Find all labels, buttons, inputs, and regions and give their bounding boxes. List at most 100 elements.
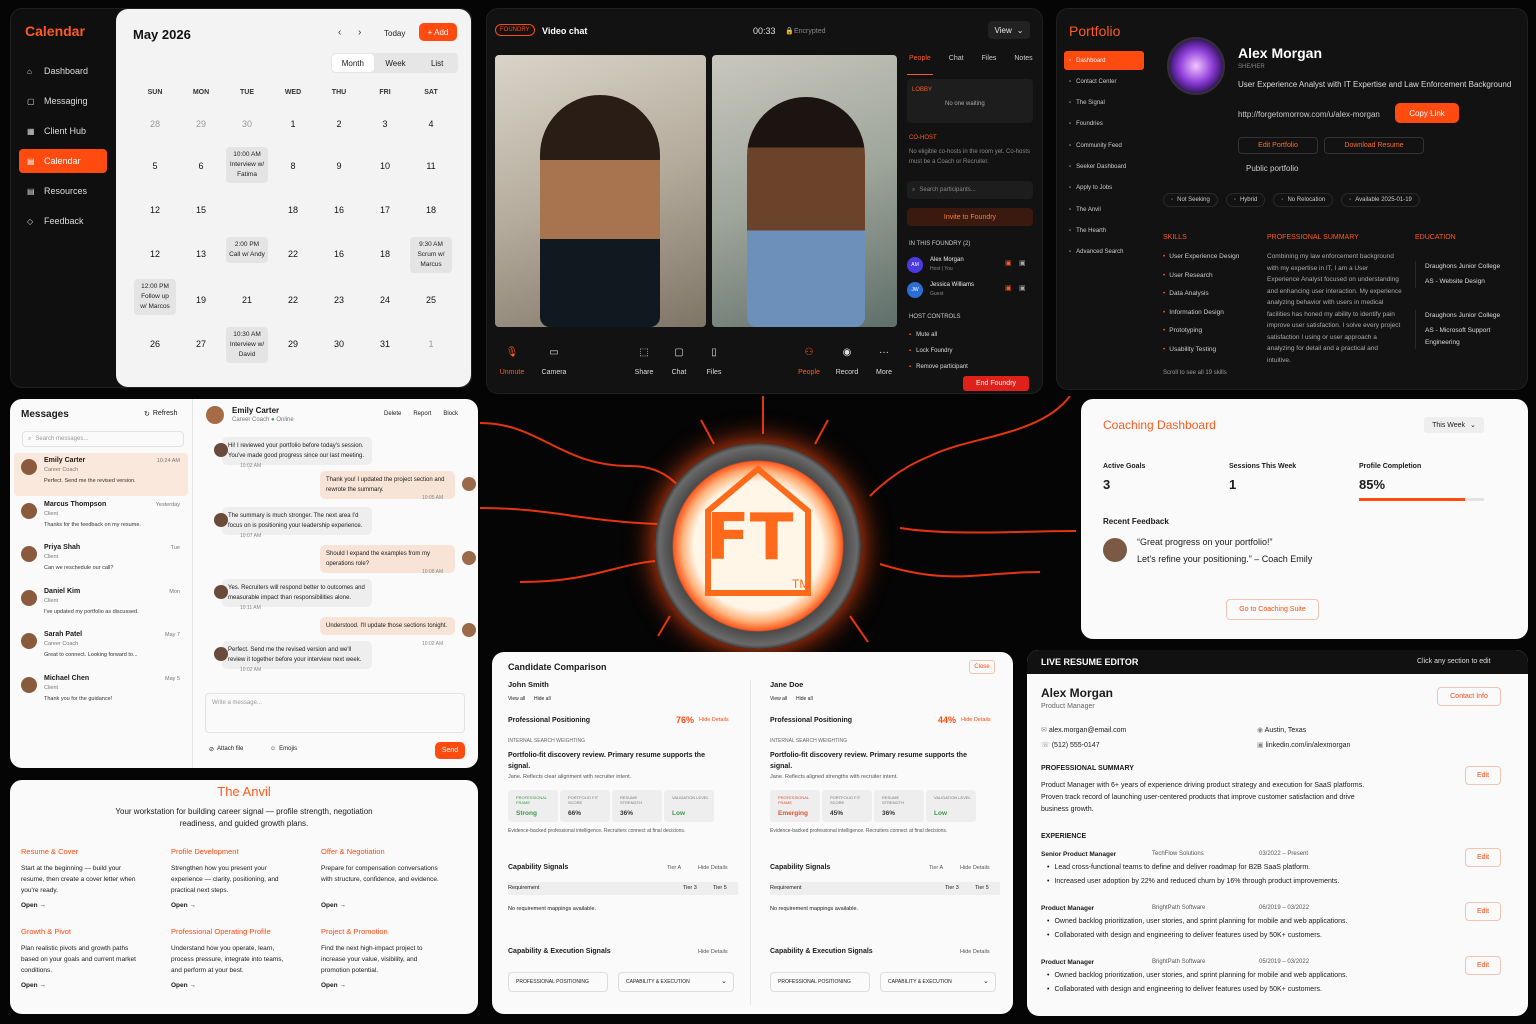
view-all-link[interactable]: View all: [770, 696, 787, 702]
conversation-item[interactable]: Sarah Patel Career Coach May 7 Great to con…: [14, 627, 188, 670]
tool-open-link[interactable]: Open →: [21, 982, 46, 989]
sidebar-item-calendar[interactable]: ▤ Calendar: [19, 149, 107, 173]
emoji-button[interactable]: ☺ Emojis: [270, 746, 297, 752]
hide-details-link[interactable]: Hide Details: [960, 865, 990, 871]
day-cell[interactable]: 4: [408, 119, 454, 129]
control-share[interactable]: ⬚ Share: [627, 347, 661, 376]
participant-row[interactable]: JW Jessica Williams Guest ▣ ▣: [907, 280, 1033, 305]
sidebar-item-client-hub[interactable]: ▦ Client Hub: [19, 119, 107, 143]
tab-chat[interactable]: Chat: [947, 55, 966, 75]
tool-open-link[interactable]: Open →: [171, 902, 196, 909]
calendar-event[interactable]: 12:00 PM Follow up w/ Marcos: [134, 279, 176, 315]
calendar-event[interactable]: 2:00 PM Call w/ Andy: [226, 237, 268, 263]
portfolio-nav-foundries[interactable]: ▫ Foundries: [1064, 115, 1144, 134]
day-cell[interactable]: 11: [408, 161, 454, 171]
portfolio-nav-advanced-search[interactable]: ▫ Advanced Search: [1064, 243, 1144, 262]
host-control-0[interactable]: ▪ Mute all: [909, 327, 1033, 343]
tool-open-link[interactable]: Open →: [321, 902, 346, 909]
view-all-link[interactable]: View all: [508, 696, 525, 702]
day-cell[interactable]: 25: [408, 295, 454, 305]
day-cell[interactable]: 22: [270, 249, 316, 259]
participant-search[interactable]: ⌕ Search participants...: [907, 181, 1033, 199]
experience-entry[interactable]: Product Manager BrightPath Software 05/201…: [1041, 956, 1516, 1008]
hide-details-link[interactable]: Hide Details: [698, 949, 728, 955]
portfolio-nav-the-anvil[interactable]: ▫ The Anvil: [1064, 200, 1144, 219]
day-cell[interactable]: 6: [178, 161, 224, 171]
experience-entry[interactable]: Senior Product Manager TechFlow Solutions…: [1041, 848, 1516, 900]
camera-icon[interactable]: ▣: [1019, 259, 1026, 267]
portfolio-nav-dashboard[interactable]: ▫ Dashboard: [1064, 51, 1144, 70]
camera-icon[interactable]: ▣: [1019, 284, 1026, 292]
view-dropdown[interactable]: View ⌄: [988, 21, 1030, 39]
portfolio-nav-community-feed[interactable]: ▫ Community Feed: [1064, 136, 1144, 155]
message-input[interactable]: Write a message...: [205, 693, 465, 733]
day-cell[interactable]: 23: [316, 295, 362, 305]
day-cell[interactable]: 10: [362, 161, 408, 171]
day-cell[interactable]: 3: [362, 119, 408, 129]
day-cell[interactable]: 12: [132, 249, 178, 259]
edit-summary-button[interactable]: Edit: [1465, 766, 1501, 785]
view-list[interactable]: List: [416, 53, 458, 73]
hide-details-link[interactable]: Hide Details: [961, 717, 991, 723]
calendar-event[interactable]: 9:30 AM Scrum w/ Marcus: [410, 237, 452, 273]
day-cell[interactable]: 18: [362, 249, 408, 259]
tool-open-link[interactable]: Open →: [171, 982, 196, 989]
hide-all-link[interactable]: Hide all: [796, 696, 813, 702]
hide-details-link[interactable]: Hide Details: [960, 949, 990, 955]
conversation-item[interactable]: Michael Chen Client May 5 Thank you for the…: [14, 671, 188, 714]
control-files[interactable]: ▯ Files: [697, 347, 731, 376]
day-cell[interactable]: 1: [270, 119, 316, 129]
control-record[interactable]: ◉ Record: [830, 347, 864, 376]
tool-open-link[interactable]: Open →: [321, 982, 346, 989]
close-button[interactable]: Close: [969, 660, 995, 674]
day-cell[interactable]: 28: [132, 119, 178, 129]
hide-all-link[interactable]: Hide all: [534, 696, 551, 702]
host-control-2[interactable]: ▪ Remove participant: [909, 359, 1033, 375]
add-event-button[interactable]: + Add: [419, 23, 457, 41]
conversation-item[interactable]: Daniel Kim Client Mon I've updated my portf…: [14, 584, 188, 627]
day-cell[interactable]: 21: [224, 295, 270, 305]
contact-info-button[interactable]: Contact Info: [1437, 687, 1501, 706]
conversation-item[interactable]: Emily Carter Career Coach 10:24 AM Perfect.…: [14, 453, 188, 496]
control-more[interactable]: ··· More: [867, 347, 901, 376]
day-cell[interactable]: 16: [316, 205, 362, 215]
control-people[interactable]: ⚇ People: [792, 347, 826, 376]
tab-people[interactable]: People: [907, 55, 933, 75]
day-cell[interactable]: 17: [362, 205, 408, 215]
tool-title[interactable]: Project & Promotion: [321, 927, 388, 936]
sidebar-item-feedback[interactable]: ◇ Feedback: [19, 209, 107, 233]
attach-button[interactable]: ⊘ Attach file: [209, 746, 243, 753]
control-chat[interactable]: ▢ Chat: [662, 347, 696, 376]
send-button[interactable]: Send: [435, 742, 465, 759]
messages-search[interactable]: ⌕ Search messages...: [22, 431, 184, 447]
conversation-item[interactable]: Priya Shah Client Tue Can we reschedule our…: [14, 540, 188, 583]
video-tile-2[interactable]: [712, 55, 897, 327]
day-cell[interactable]: 19: [178, 295, 224, 305]
hide-details-link[interactable]: Hide Details: [699, 717, 729, 723]
day-cell[interactable]: 24: [362, 295, 408, 305]
participant-row[interactable]: AM Alex Morgan Host | You ▣ ▣: [907, 255, 1033, 280]
edit-experience-button[interactable]: Edit: [1465, 848, 1501, 867]
day-cell[interactable]: 5: [132, 161, 178, 171]
prev-month-button[interactable]: ‹: [338, 27, 341, 38]
day-cell[interactable]: 29: [178, 119, 224, 129]
host-control-1[interactable]: ▪ Lock Foundry: [909, 343, 1033, 359]
invite-button[interactable]: Invite to Foundry: [907, 208, 1033, 226]
day-cell[interactable]: 22: [270, 295, 316, 305]
sidebar-item-messaging[interactable]: ▢ Messaging: [19, 89, 107, 113]
day-cell[interactable]: 1: [408, 339, 454, 349]
mic-icon[interactable]: ▣: [1005, 259, 1012, 267]
video-tile-1[interactable]: [495, 55, 706, 327]
tab-files[interactable]: Files: [980, 55, 999, 75]
tool-open-link[interactable]: Open →: [21, 902, 46, 909]
mic-icon[interactable]: ▣: [1005, 284, 1012, 292]
next-month-button[interactable]: ›: [358, 27, 361, 38]
tab-notes[interactable]: Notes: [1012, 55, 1034, 75]
tool-title[interactable]: Growth & Pivot: [21, 927, 71, 936]
portfolio-nav-contact-center[interactable]: ▫ Contact Center: [1064, 72, 1144, 91]
experience-entry[interactable]: Product Manager BrightPath Software 06/201…: [1041, 902, 1516, 954]
sidebar-item-dashboard[interactable]: ⌂ Dashboard: [19, 59, 107, 83]
day-cell[interactable]: 12: [132, 205, 178, 215]
day-cell[interactable]: 18: [408, 205, 454, 215]
tool-title[interactable]: Offer & Negotiation: [321, 847, 385, 856]
